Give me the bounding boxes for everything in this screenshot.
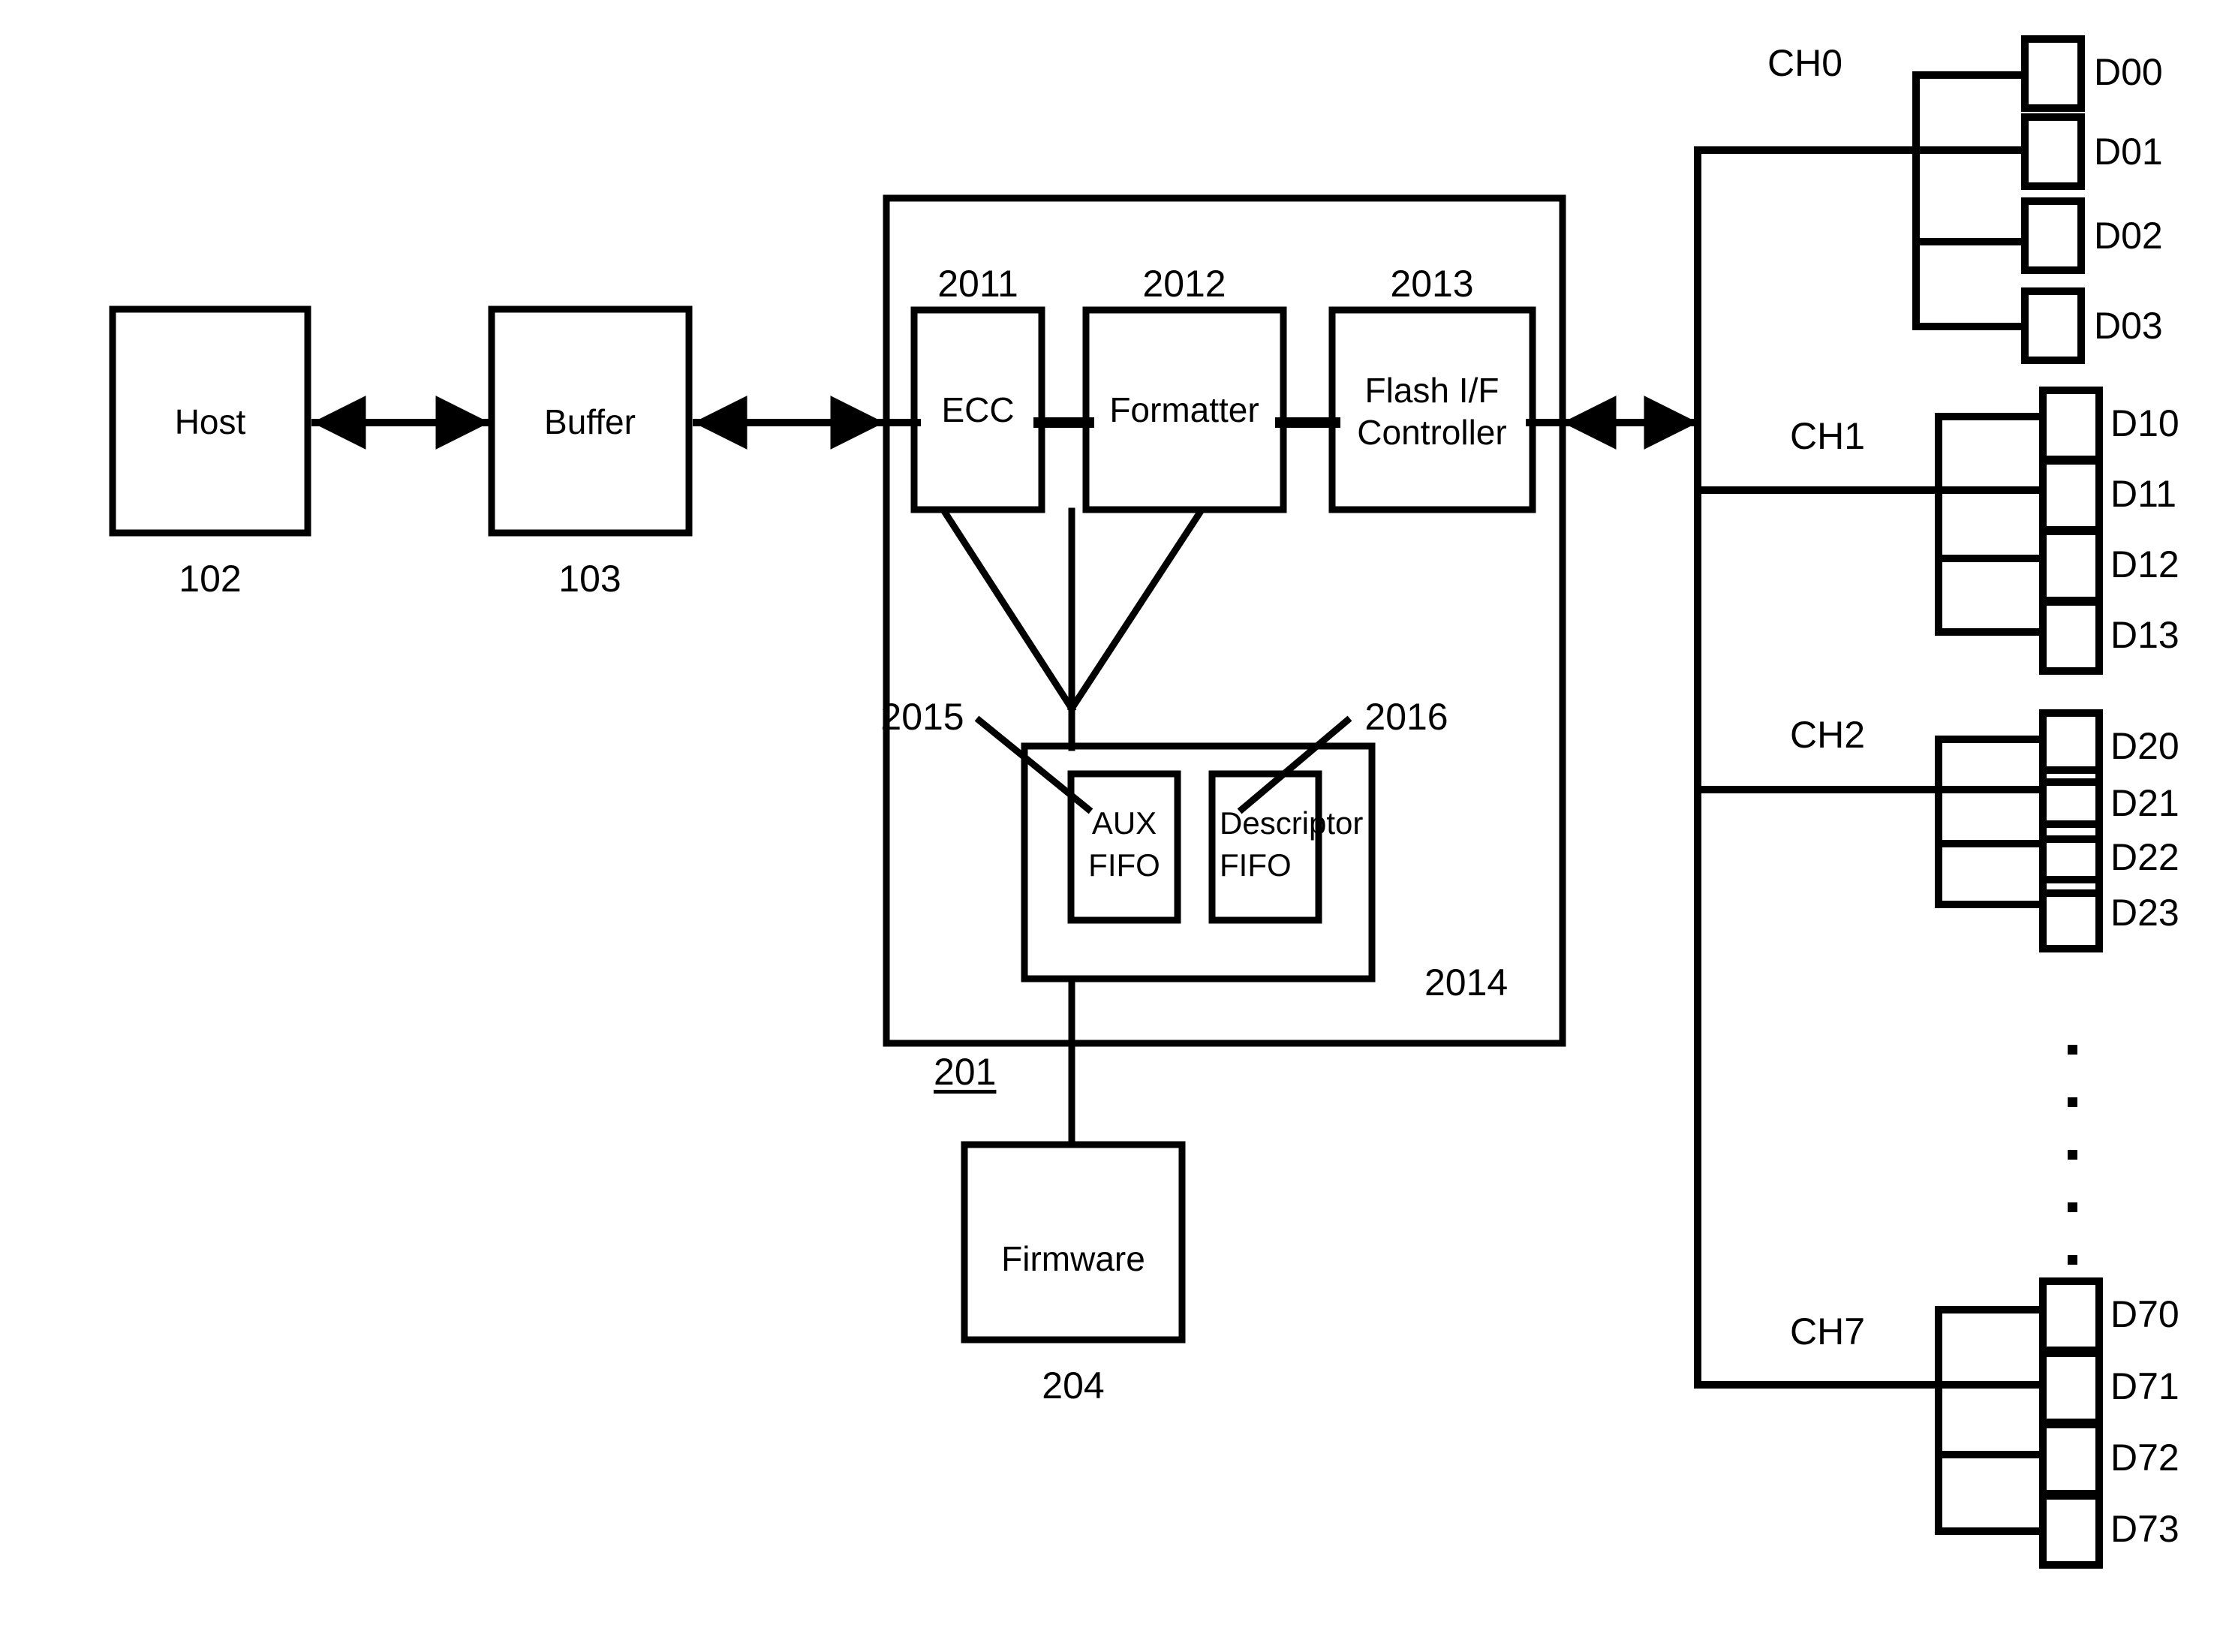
die-label-d21: D21 xyxy=(2110,782,2179,824)
host-ref-label: 102 xyxy=(179,558,242,600)
die-box-d10 xyxy=(2039,387,2103,463)
die-box-d13 xyxy=(2039,598,2103,675)
ecc-ref-label: 2011 xyxy=(937,263,1018,305)
die-box-d12 xyxy=(2039,528,2103,604)
descriptor-fifo-label-line2: FIFO xyxy=(1220,847,1292,883)
ecc-label: ECC xyxy=(941,390,1015,429)
figure-canvas: Host 102 Buffer 103 2011 ECC 2012 Format… xyxy=(0,0,2229,1652)
fifo-group-ref-label: 2014 xyxy=(1424,961,1509,1004)
controller-ref-label: 201 xyxy=(934,1051,997,1093)
die-box-d01 xyxy=(2021,113,2085,190)
flashif-to-fifo-line xyxy=(1066,506,1206,714)
aux-fifo-label-line2: FIFO xyxy=(1088,847,1160,883)
die-box-d03 xyxy=(2021,287,2085,364)
die-label-d20: D20 xyxy=(2110,725,2179,767)
firmware-ref-label: 204 xyxy=(1042,1365,1105,1407)
die-label-d13: D13 xyxy=(2110,614,2179,656)
die-label-d11: D11 xyxy=(2110,473,2177,515)
die-box-d70 xyxy=(2039,1277,2103,1354)
host-label: Host xyxy=(174,402,246,441)
die-box-d00 xyxy=(2021,35,2085,112)
ecc-to-fifo-line xyxy=(939,506,1077,714)
descriptor-fifo-ref-label: 2016 xyxy=(1364,696,1448,738)
channel-label-ch1: CH1 xyxy=(1790,415,1866,457)
formatter-ref-label: 2012 xyxy=(1142,263,1226,305)
descriptor-fifo-label-line1: Descriptor xyxy=(1220,805,1364,841)
die-label-d70: D70 xyxy=(2110,1293,2179,1335)
die-box-d71 xyxy=(2039,1350,2103,1426)
flash-if-controller-label-line2: Controller xyxy=(1357,413,1507,452)
formatter-label: Formatter xyxy=(1109,390,1259,429)
die-box-d73 xyxy=(2039,1492,2103,1569)
die-label-d73: D73 xyxy=(2110,1508,2179,1550)
channel-label-ch7: CH7 xyxy=(1790,1310,1866,1353)
die-label-d22: D22 xyxy=(2110,836,2179,878)
leader-2016 xyxy=(1237,715,1352,814)
aux-fifo-label-line1: AUX xyxy=(1091,805,1157,841)
die-label-d12: D12 xyxy=(2110,543,2179,585)
die-label-d01: D01 xyxy=(2094,131,2163,173)
buffer-ref-label: 103 xyxy=(558,558,621,600)
vertical-ellipsis-icon xyxy=(2068,1045,2077,1265)
die-label-d00: D00 xyxy=(2094,51,2163,93)
die-label-d23: D23 xyxy=(2110,892,2179,934)
controller-box-outline xyxy=(883,194,1566,1047)
die-label-d10: D10 xyxy=(2110,402,2179,444)
die-box-d02 xyxy=(2021,197,2085,274)
die-label-d03: D03 xyxy=(2094,305,2163,347)
aux-fifo-ref-label: 2015 xyxy=(880,696,964,738)
channel-label-ch2: CH2 xyxy=(1790,714,1866,756)
die-label-d02: D02 xyxy=(2094,215,2163,257)
die-box-d72 xyxy=(2039,1421,2103,1497)
die-label-d71: D71 xyxy=(2110,1365,2179,1407)
firmware-label: Firmware xyxy=(1001,1239,1145,1278)
flash-if-controller-ref-label: 2013 xyxy=(1390,263,1474,305)
channel-label-ch0: CH0 xyxy=(1767,42,1843,84)
flash-if-controller-label-line1: Flash I/F xyxy=(1364,371,1500,410)
buffer-label: Buffer xyxy=(544,402,636,441)
die-box-d11 xyxy=(2039,457,2103,534)
die-label-d72: D72 xyxy=(2110,1437,2179,1479)
